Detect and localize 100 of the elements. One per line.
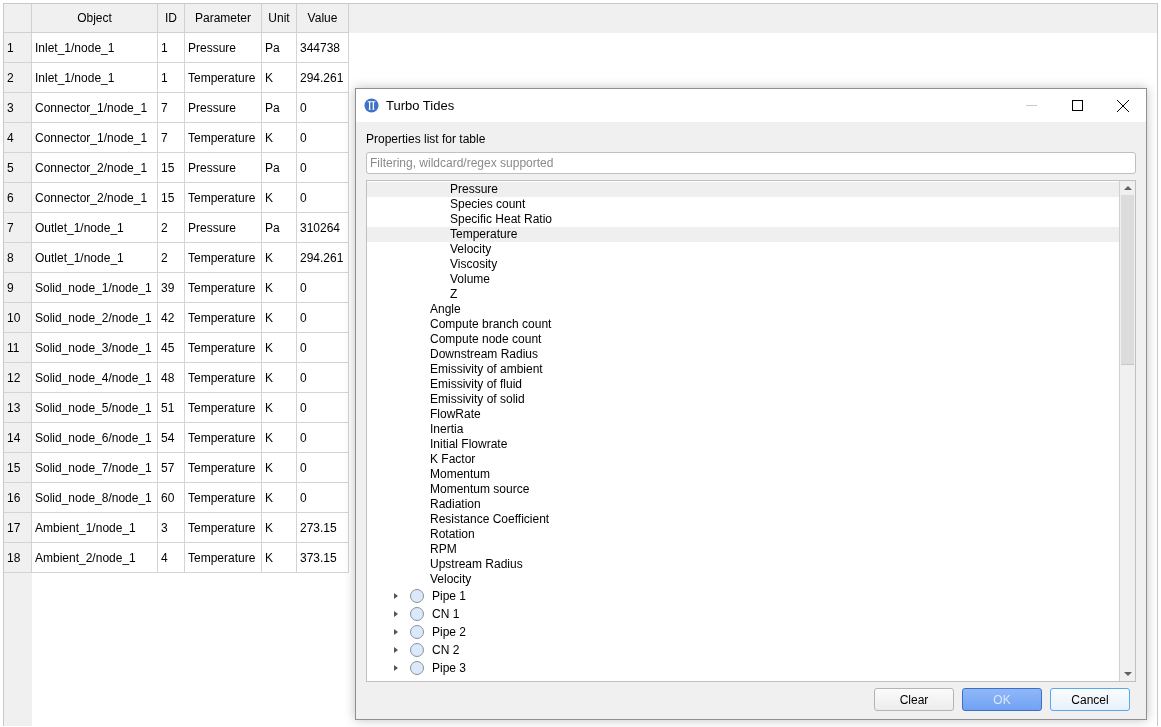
table-cell: Pressure xyxy=(185,33,262,63)
tree-item[interactable]: Velocity xyxy=(367,242,1119,257)
expand-arrow-icon[interactable] xyxy=(394,647,398,653)
column-header[interactable]: Object xyxy=(32,4,158,33)
table-cell: Temperature xyxy=(185,393,262,423)
tree-item[interactable]: K Factor xyxy=(367,452,1119,467)
table-cell: 15 xyxy=(158,153,185,183)
table-cell: K xyxy=(262,453,297,483)
tree-row[interactable]: Pipe 3 xyxy=(367,659,1119,677)
tree-item[interactable]: Compute node count xyxy=(367,332,1119,347)
tree-row[interactable]: CN 1 xyxy=(367,605,1119,623)
tree-item[interactable]: Momentum xyxy=(367,467,1119,482)
tree-item[interactable]: Z xyxy=(367,287,1119,302)
tree-item[interactable]: Volume xyxy=(367,272,1119,287)
tree-item[interactable]: Velocity xyxy=(367,572,1119,587)
circle-icon xyxy=(410,661,424,675)
tree-row[interactable]: Pipe 2 xyxy=(367,623,1119,641)
row-number: 4 xyxy=(4,123,32,153)
clear-button[interactable]: Clear xyxy=(874,688,954,711)
table-cell: 60 xyxy=(158,483,185,513)
table-cell: 294.261 xyxy=(297,63,349,93)
row-number: 17 xyxy=(4,513,32,543)
tree-item[interactable]: FlowRate xyxy=(367,407,1119,422)
table-cell: Connector_2/node_1 xyxy=(32,183,158,213)
tree-item[interactable]: Specific Heat Ratio xyxy=(367,212,1119,227)
column-header[interactable]: Unit xyxy=(262,4,297,33)
row-number: 2 xyxy=(4,63,32,93)
tree-item[interactable]: CN 2 xyxy=(432,642,460,658)
window-title: Turbo Tides xyxy=(386,98,456,113)
table-cell: 45 xyxy=(158,333,185,363)
tree-item[interactable]: Angle xyxy=(367,302,1119,317)
expand-arrow-icon[interactable] xyxy=(394,593,398,599)
table-cell: K xyxy=(262,183,297,213)
table-cell: K xyxy=(262,63,297,93)
table-cell: 0 xyxy=(297,423,349,453)
tree-item[interactable]: Initial Flowrate xyxy=(367,437,1119,452)
cancel-button[interactable]: Cancel xyxy=(1050,688,1130,711)
table-cell: Temperature xyxy=(185,333,262,363)
row-number: 6 xyxy=(4,183,32,213)
circle-icon xyxy=(410,607,424,621)
column-header[interactable]: Value xyxy=(297,4,349,33)
expand-arrow-icon[interactable] xyxy=(394,665,398,671)
table-cell: K xyxy=(262,303,297,333)
tree-item[interactable]: RPM xyxy=(367,542,1119,557)
tree-item[interactable]: Pressure xyxy=(367,182,1119,197)
scroll-up-icon[interactable] xyxy=(1123,186,1132,190)
table-cell: 54 xyxy=(158,423,185,453)
tree-item[interactable]: Emissivity of ambient xyxy=(367,362,1119,377)
tree-item[interactable]: Emissivity of solid xyxy=(367,392,1119,407)
row-number: 9 xyxy=(4,273,32,303)
table-cell: Temperature xyxy=(185,63,262,93)
tree-item[interactable]: Viscosity xyxy=(367,257,1119,272)
tree-item[interactable]: Pipe 2 xyxy=(432,624,467,640)
scroll-down-icon[interactable] xyxy=(1123,672,1132,676)
row-number: 7 xyxy=(4,213,32,243)
table-cell: K xyxy=(262,363,297,393)
filter-field[interactable]: Filtering, wildcard/regex supported xyxy=(366,152,1136,174)
tree-item[interactable]: Downstream Radius xyxy=(367,347,1119,362)
maximize-icon xyxy=(1071,100,1083,111)
table-cell: Solid_node_6/node_1 xyxy=(32,423,158,453)
table-cell: 344738 xyxy=(297,33,349,63)
table-cell: Pa xyxy=(262,33,297,63)
tree-item[interactable]: Compute branch count xyxy=(367,317,1119,332)
table-cell: 373.15 xyxy=(297,543,349,573)
table-cell: Outlet_1/node_1 xyxy=(32,243,158,273)
row-number: 11 xyxy=(4,333,32,363)
column-header[interactable]: Parameter xyxy=(185,4,262,33)
tree-row[interactable]: CN 2 xyxy=(367,641,1119,659)
table-cell: Pressure xyxy=(185,213,262,243)
table-cell: Temperature xyxy=(185,513,262,543)
column-header[interactable]: ID xyxy=(158,4,185,33)
tree-item[interactable]: Rotation xyxy=(367,527,1119,542)
tree-item[interactable]: Emissivity of fluid xyxy=(367,377,1119,392)
table-cell: 0 xyxy=(297,333,349,363)
expand-arrow-icon[interactable] xyxy=(394,629,398,635)
tree-item[interactable]: Upstream Radius xyxy=(367,557,1119,572)
tree-item[interactable]: Resistance Coefficient xyxy=(367,512,1119,527)
tree-item[interactable]: Momentum source xyxy=(367,482,1119,497)
expand-arrow-icon[interactable] xyxy=(394,611,398,617)
tree-row[interactable]: Pipe 1 xyxy=(367,587,1119,605)
tree-item[interactable]: Temperature xyxy=(367,227,1119,242)
scrollbar[interactable] xyxy=(1119,181,1135,681)
tree-item[interactable]: CN 1 xyxy=(432,606,460,622)
table-cell: Solid_node_8/node_1 xyxy=(32,483,158,513)
circle-icon xyxy=(410,643,424,657)
table-cell: Pressure xyxy=(185,93,262,123)
tree-item[interactable]: Pipe 3 xyxy=(432,660,467,676)
circle-icon xyxy=(410,625,424,639)
table-cell: Temperature xyxy=(185,243,262,273)
table-cell: 273.15 xyxy=(297,513,349,543)
table-cell: 57 xyxy=(158,453,185,483)
tree-item[interactable]: Radiation xyxy=(367,497,1119,512)
table-cell: 0 xyxy=(297,363,349,393)
table-cell: Pa xyxy=(262,213,297,243)
tree-item[interactable]: Pipe 1 xyxy=(432,588,467,604)
tree-item[interactable]: Species count xyxy=(367,197,1119,212)
tree-item[interactable]: Inertia xyxy=(367,422,1119,437)
row-number: 18 xyxy=(4,543,32,573)
row-number: 14 xyxy=(4,423,32,453)
table-cell: K xyxy=(262,423,297,453)
